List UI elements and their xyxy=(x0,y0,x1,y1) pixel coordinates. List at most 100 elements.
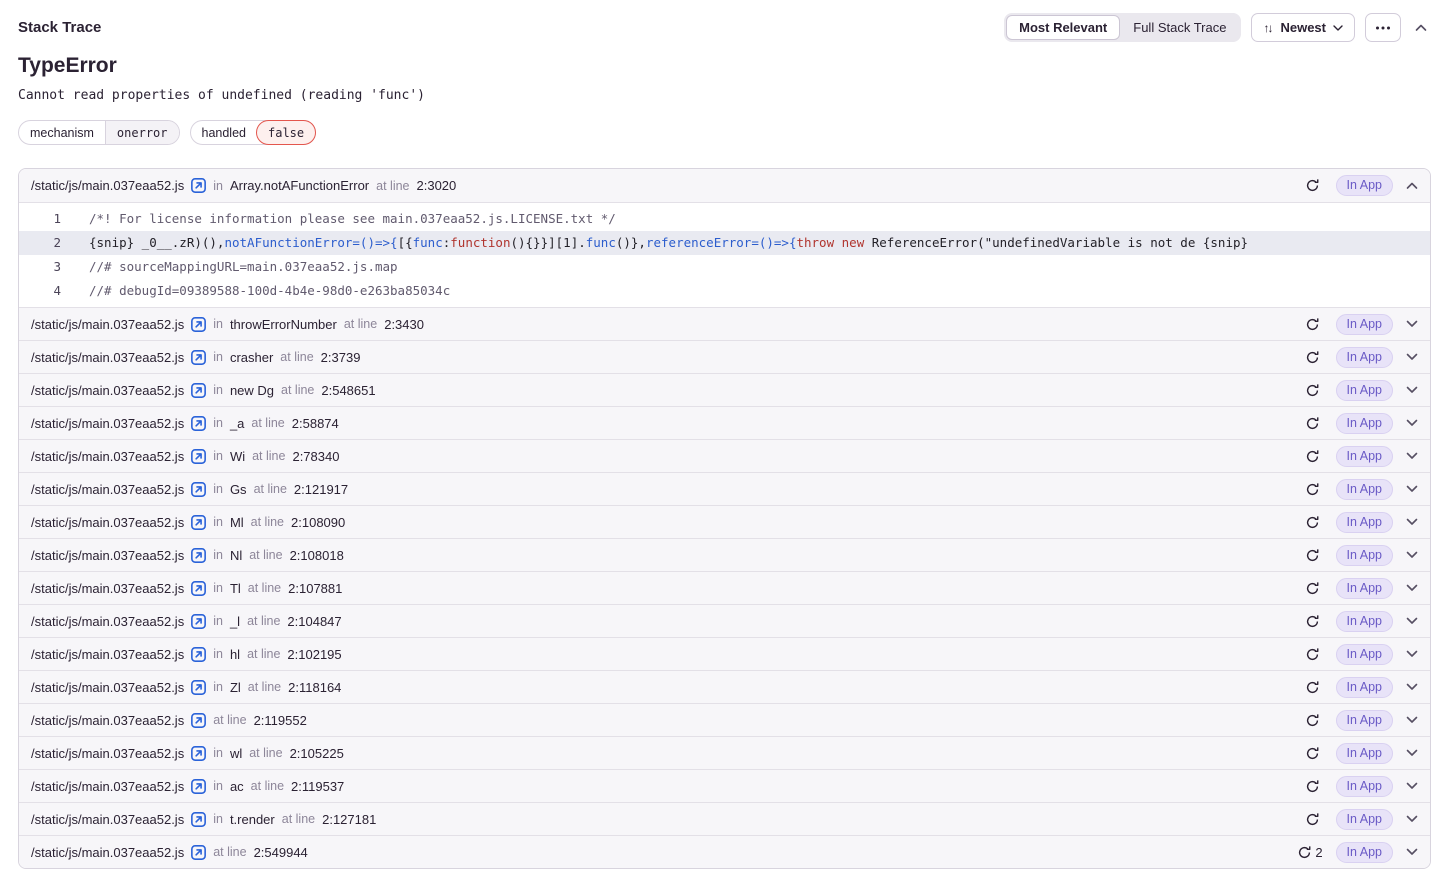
external-link-icon[interactable] xyxy=(191,680,206,695)
refresh-icon xyxy=(1305,449,1320,464)
tag-key: mechanism xyxy=(19,121,105,144)
frame-chevron-icon[interactable] xyxy=(1406,683,1418,691)
repeats-indicator xyxy=(1305,515,1323,530)
external-link-icon[interactable] xyxy=(191,845,206,860)
frame-chevron-icon[interactable] xyxy=(1406,386,1418,394)
external-link-icon[interactable] xyxy=(191,812,206,827)
external-link-icon[interactable] xyxy=(191,647,206,662)
external-link-icon[interactable] xyxy=(191,614,206,629)
frame-chevron-icon[interactable] xyxy=(1406,617,1418,625)
frame-chevron-icon[interactable] xyxy=(1406,182,1418,190)
at-line-label: at line xyxy=(251,515,284,529)
frame-meta: In App xyxy=(1305,347,1418,368)
frame-chevron-icon[interactable] xyxy=(1406,716,1418,724)
external-link-icon[interactable] xyxy=(191,482,206,497)
sort-arrows-icon: ↑↓ xyxy=(1263,21,1273,35)
frame-chevron-icon[interactable] xyxy=(1406,353,1418,361)
stack-frame-row[interactable]: /static/js/main.037eaa52.js in _l at lin… xyxy=(19,604,1430,637)
tag-pill: mechanism onerror xyxy=(18,120,180,145)
in-label: in xyxy=(213,812,223,826)
external-link-icon[interactable] xyxy=(191,779,206,794)
stack-frame-row[interactable]: /static/js/main.037eaa52.js in wl at lin… xyxy=(19,736,1430,769)
stack-frame-row[interactable]: /static/js/main.037eaa52.js in crasher a… xyxy=(19,340,1430,373)
external-link-icon[interactable] xyxy=(191,515,206,530)
stack-frame-row[interactable]: /static/js/main.037eaa52.js in Gs at lin… xyxy=(19,472,1430,505)
toggle-most-relevant[interactable]: Most Relevant xyxy=(1006,15,1120,40)
frame-chevron-icon[interactable] xyxy=(1406,584,1418,592)
external-link-icon[interactable] xyxy=(191,383,206,398)
line-number: 4 xyxy=(19,279,61,303)
frame-file-path: /static/js/main.037eaa52.js xyxy=(31,845,184,860)
frame-chevron-icon[interactable] xyxy=(1406,551,1418,559)
repeats-indicator xyxy=(1305,178,1323,193)
frame-file-path: /static/js/main.037eaa52.js xyxy=(31,680,184,695)
stack-frame-row[interactable]: /static/js/main.037eaa52.js at line 2:11… xyxy=(19,703,1430,736)
sort-button-label: Newest xyxy=(1280,20,1326,35)
stack-frame: /static/js/main.037eaa52.js in _l at lin… xyxy=(19,604,1430,637)
stack-frame: /static/js/main.037eaa52.js in wl at lin… xyxy=(19,736,1430,769)
frame-line-number: 2:548651 xyxy=(321,383,375,398)
frame-chevron-icon[interactable] xyxy=(1406,815,1418,823)
stack-frame-row[interactable]: /static/js/main.037eaa52.js in Wi at lin… xyxy=(19,439,1430,472)
external-link-icon[interactable] xyxy=(191,317,206,332)
stack-frame-row[interactable]: /static/js/main.037eaa52.js in t.render … xyxy=(19,802,1430,835)
external-link-icon[interactable] xyxy=(191,713,206,728)
frame-chevron-icon[interactable] xyxy=(1406,419,1418,427)
frame-chevron-icon[interactable] xyxy=(1406,320,1418,328)
collapse-section-button[interactable] xyxy=(1411,20,1431,36)
stack-frame-row[interactable]: /static/js/main.037eaa52.js in hl at lin… xyxy=(19,637,1430,670)
section-title: Stack Trace xyxy=(18,19,101,36)
external-link-icon[interactable] xyxy=(191,449,206,464)
refresh-icon xyxy=(1305,178,1320,193)
at-line-label: at line xyxy=(213,713,246,727)
stack-frame-row[interactable]: /static/js/main.037eaa52.js at line 2:54… xyxy=(19,835,1430,868)
stack-frame-row[interactable]: /static/js/main.037eaa52.js in ac at lin… xyxy=(19,769,1430,802)
repeats-indicator xyxy=(1305,713,1323,728)
frame-file-path: /static/js/main.037eaa52.js xyxy=(31,383,184,398)
stack-frame-row[interactable]: /static/js/main.037eaa52.js in Tl at lin… xyxy=(19,571,1430,604)
in-label: in xyxy=(213,350,223,364)
frame-meta: In App xyxy=(1305,776,1418,797)
stack-frame-row[interactable]: /static/js/main.037eaa52.js in Ml at lin… xyxy=(19,505,1430,538)
frame-file-path: /static/js/main.037eaa52.js xyxy=(31,614,184,629)
frame-chevron-icon[interactable] xyxy=(1406,782,1418,790)
frame-line-number: 2:107881 xyxy=(288,581,342,596)
stack-frame-row[interactable]: /static/js/main.037eaa52.js in _a at lin… xyxy=(19,406,1430,439)
frame-chevron-icon[interactable] xyxy=(1406,485,1418,493)
frame-function-name: Ml xyxy=(230,515,244,530)
external-link-icon[interactable] xyxy=(191,548,206,563)
in-label: in xyxy=(213,746,223,760)
refresh-icon xyxy=(1305,482,1320,497)
frame-file-path: /static/js/main.037eaa52.js xyxy=(31,317,184,332)
in-app-badge: In App xyxy=(1336,175,1393,196)
code-text: /*! For license information please see m… xyxy=(61,207,616,231)
frame-line-number: 2:3020 xyxy=(417,178,457,193)
external-link-icon[interactable] xyxy=(191,746,206,761)
sort-button[interactable]: ↑↓ Newest xyxy=(1251,13,1355,42)
frame-chevron-icon[interactable] xyxy=(1406,518,1418,526)
frame-function-name: t.render xyxy=(230,812,275,827)
stack-frame: /static/js/main.037eaa52.js in Tl at lin… xyxy=(19,571,1430,604)
view-toggle: Most Relevant Full Stack Trace xyxy=(1004,13,1241,42)
external-link-icon[interactable] xyxy=(191,416,206,431)
stack-frame-row[interactable]: /static/js/main.037eaa52.js in throwErro… xyxy=(19,307,1430,340)
stack-frame: /static/js/main.037eaa52.js at line 2:54… xyxy=(19,835,1430,868)
external-link-icon[interactable] xyxy=(191,581,206,596)
at-line-label: at line xyxy=(252,449,285,463)
frame-function-name: Gs xyxy=(230,482,247,497)
external-link-icon[interactable] xyxy=(191,350,206,365)
stack-frame-row[interactable]: /static/js/main.037eaa52.js in Array.not… xyxy=(19,169,1430,202)
frame-chevron-icon[interactable] xyxy=(1406,749,1418,757)
stack-frame-row[interactable]: /static/js/main.037eaa52.js in new Dg at… xyxy=(19,373,1430,406)
frame-meta: In App xyxy=(1305,446,1418,467)
external-link-icon[interactable] xyxy=(191,178,206,193)
toggle-full-stack-trace[interactable]: Full Stack Trace xyxy=(1120,15,1239,40)
frame-chevron-icon[interactable] xyxy=(1406,650,1418,658)
repeats-indicator xyxy=(1305,614,1323,629)
frame-chevron-icon[interactable] xyxy=(1406,452,1418,460)
more-options-button[interactable] xyxy=(1365,13,1401,42)
frame-line-number: 2:119537 xyxy=(291,779,344,794)
stack-frame-row[interactable]: /static/js/main.037eaa52.js in Zl at lin… xyxy=(19,670,1430,703)
frame-chevron-icon[interactable] xyxy=(1406,848,1418,856)
stack-frame-row[interactable]: /static/js/main.037eaa52.js in Nl at lin… xyxy=(19,538,1430,571)
